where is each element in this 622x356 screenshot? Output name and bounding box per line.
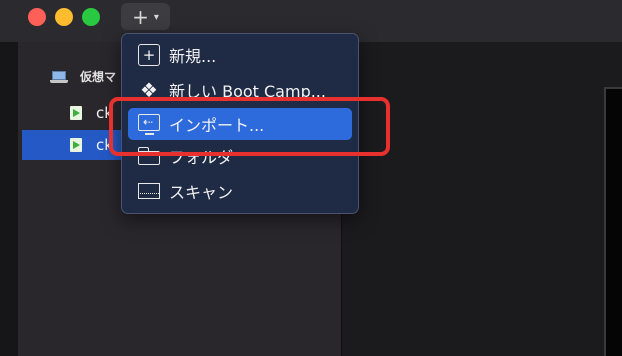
close-window-button[interactable] xyxy=(28,8,46,26)
minimize-window-button[interactable] xyxy=(55,8,73,26)
window-edge xyxy=(0,42,18,356)
plus-icon: + xyxy=(132,4,149,29)
vm-preview xyxy=(604,87,622,356)
scan-icon xyxy=(138,183,160,199)
plus-square-icon: + xyxy=(138,44,160,66)
menu-item-new[interactable]: + 新規... xyxy=(128,39,352,71)
sidebar-section-title: 仮想マ xyxy=(80,70,117,84)
vm-play-icon xyxy=(70,138,82,152)
vm-play-icon xyxy=(70,106,82,120)
laptop-icon xyxy=(50,70,68,83)
sidebar-vm-item-selected[interactable]: ck xyxy=(22,130,122,160)
main-panel xyxy=(342,42,622,356)
zoom-window-button[interactable] xyxy=(82,8,100,26)
menu-item-scan[interactable]: スキャン xyxy=(128,175,352,207)
add-vm-button[interactable]: + ▾ xyxy=(121,3,170,30)
menu-item-label: スキャン xyxy=(169,183,234,202)
sidebar-vm-item[interactable]: ck xyxy=(22,98,122,128)
chevron-down-icon: ▾ xyxy=(153,11,159,23)
sidebar-section-header: 仮想マ xyxy=(50,68,116,85)
annotation-highlight-box xyxy=(109,97,390,156)
menu-item-label: 新規... xyxy=(169,47,217,66)
